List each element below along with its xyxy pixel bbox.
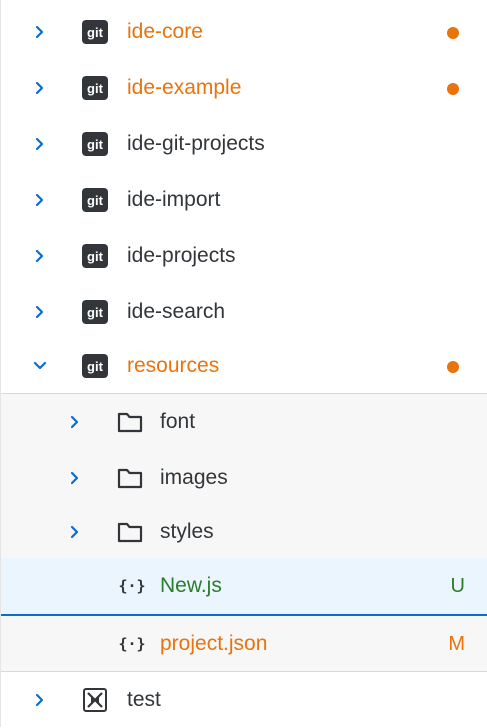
git-repo-icon: git xyxy=(82,354,108,378)
tree-item-label: ide-example xyxy=(127,76,242,99)
chevron-right-icon[interactable] xyxy=(67,524,83,540)
tree-item-label: New.js xyxy=(160,574,222,597)
tree-item-label: ide-core xyxy=(127,20,203,43)
tree-item-ide-projects[interactable]: git ide-projects xyxy=(1,228,487,284)
svg-text:git: git xyxy=(87,305,104,320)
svg-text:git: git xyxy=(87,193,104,208)
tree-item-ide-import[interactable]: git ide-import xyxy=(1,172,487,228)
tree-item-label: font xyxy=(160,410,196,433)
modified-indicator-dot xyxy=(447,361,459,373)
svg-text:git: git xyxy=(87,81,104,96)
svg-text:git: git xyxy=(87,137,104,152)
tree-item-resources[interactable]: git resources xyxy=(1,338,487,394)
chevron-right-icon[interactable] xyxy=(32,80,48,96)
project-icon xyxy=(82,688,108,712)
svg-text:git: git xyxy=(87,359,104,374)
tree-item-ide-core[interactable]: git ide-core xyxy=(1,4,487,60)
git-repo-icon: git xyxy=(82,188,108,212)
chevron-right-icon[interactable] xyxy=(32,248,48,264)
tree-item-folder-font[interactable]: font xyxy=(1,394,487,450)
tree-item-label: test xyxy=(127,688,161,711)
tree-item-file-project-json[interactable]: {·} project.json M xyxy=(1,616,487,672)
chevron-right-icon[interactable] xyxy=(67,414,83,430)
git-repo-icon: git xyxy=(82,300,108,324)
folder-icon xyxy=(117,466,143,490)
tree-item-label: ide-import xyxy=(127,188,221,211)
git-repo-icon: git xyxy=(82,244,108,268)
chevron-right-icon[interactable] xyxy=(32,692,48,708)
folder-icon xyxy=(117,410,143,434)
git-status-badge: M xyxy=(448,633,465,655)
js-file-icon: {·} xyxy=(117,574,145,598)
tree-item-ide-example[interactable]: git ide-example xyxy=(1,60,487,116)
svg-text:git: git xyxy=(87,249,104,264)
git-repo-icon: git xyxy=(82,132,108,156)
chevron-right-icon[interactable] xyxy=(32,304,48,320)
chevron-right-icon[interactable] xyxy=(32,136,48,152)
tree-item-test[interactable]: test xyxy=(1,672,487,728)
tree-item-folder-images[interactable]: images xyxy=(1,450,487,506)
chevron-right-icon[interactable] xyxy=(32,192,48,208)
git-repo-icon: git xyxy=(82,20,108,44)
tree-item-folder-styles[interactable]: styles xyxy=(1,504,487,560)
tree-item-ide-search[interactable]: git ide-search xyxy=(1,284,487,340)
tree-item-file-new-js[interactable]: {·} New.js U xyxy=(1,558,487,616)
svg-text:git: git xyxy=(87,25,104,40)
tree-item-label: resources xyxy=(127,354,220,377)
chevron-down-icon[interactable] xyxy=(32,358,48,374)
folder-icon xyxy=(117,520,143,544)
project-explorer-tree: git ide-core git ide-example git ide-git… xyxy=(0,0,487,727)
tree-item-label: images xyxy=(160,466,228,489)
tree-item-ide-git-projects[interactable]: git ide-git-projects xyxy=(1,116,487,172)
modified-indicator-dot xyxy=(447,27,459,39)
tree-item-label: project.json xyxy=(160,632,268,655)
svg-text:{·}: {·} xyxy=(118,577,145,595)
tree-item-label: styles xyxy=(160,520,214,543)
svg-text:{·}: {·} xyxy=(118,635,145,653)
git-repo-icon: git xyxy=(82,76,108,100)
tree-item-label: ide-projects xyxy=(127,244,236,267)
chevron-right-icon[interactable] xyxy=(67,470,83,486)
tree-item-label: ide-git-projects xyxy=(127,132,265,155)
tree-item-label: ide-search xyxy=(127,300,226,323)
modified-indicator-dot xyxy=(447,83,459,95)
chevron-right-icon[interactable] xyxy=(32,24,48,40)
json-file-icon: {·} xyxy=(117,632,145,656)
git-status-badge: U xyxy=(450,575,465,597)
